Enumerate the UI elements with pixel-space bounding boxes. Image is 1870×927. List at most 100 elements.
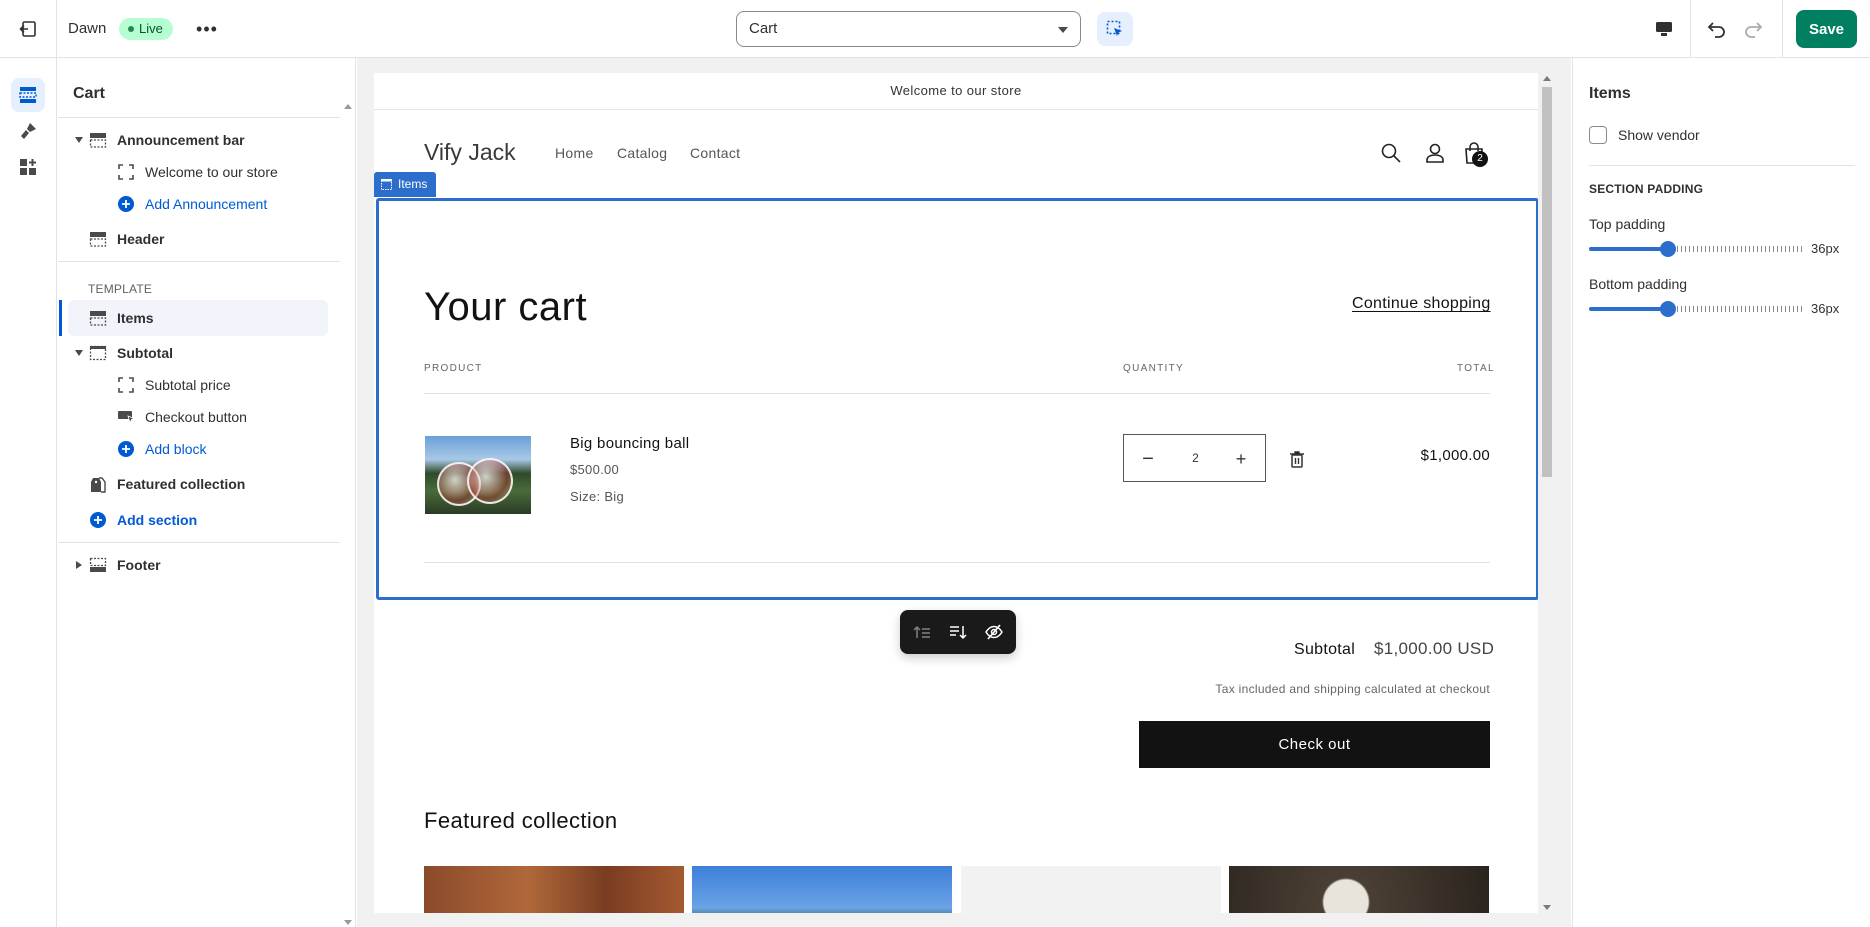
search-icon[interactable] — [1378, 140, 1404, 166]
sidebar-item-items[interactable]: Items — [59, 300, 328, 336]
nav-link-contact[interactable]: Contact — [690, 145, 740, 161]
eye-slash-icon — [985, 624, 1003, 640]
caret-down-icon[interactable] — [74, 348, 84, 358]
inspector-toggle-button[interactable] — [1097, 12, 1133, 46]
scroll-up-arrow-icon[interactable] — [344, 104, 352, 109]
save-button[interactable]: Save — [1796, 10, 1857, 48]
product-image[interactable] — [425, 436, 531, 514]
slider-handle[interactable] — [1660, 241, 1676, 257]
scrollbar-thumb[interactable] — [1542, 87, 1552, 477]
section-icon — [88, 229, 108, 249]
divider — [58, 542, 340, 543]
section-icon — [88, 130, 108, 150]
show-vendor-checkbox[interactable] — [1589, 126, 1607, 144]
sidebar-item-subtotal-price[interactable]: Subtotal price — [58, 370, 340, 400]
top-padding-label: Top padding — [1589, 216, 1666, 232]
sidebar-item-checkout-button[interactable]: Checkout button — [58, 402, 340, 432]
sections-sidebar: Cart Announcement bar Welcome to our sto… — [58, 58, 356, 927]
scroll-up-arrow-icon[interactable] — [1543, 76, 1551, 81]
sections-tab[interactable] — [11, 78, 45, 112]
product-card-image[interactable] — [961, 866, 1221, 913]
subtotal-value: $1,000.00 USD — [1374, 639, 1495, 658]
trash-icon[interactable] — [1289, 450, 1305, 468]
slider-track — [1669, 246, 1803, 252]
sidebar-item-label: Items — [117, 310, 154, 326]
product-card-image[interactable] — [692, 866, 952, 913]
continue-shopping-link[interactable]: Continue shopping — [1352, 295, 1491, 313]
undo-button[interactable] — [1702, 14, 1732, 44]
show-vendor-label[interactable]: Show vendor — [1618, 127, 1700, 143]
product-name-link[interactable]: Big bouncing ball — [570, 435, 689, 452]
move-down-icon — [950, 626, 967, 640]
redo-icon — [1745, 22, 1763, 38]
nav-link-home[interactable]: Home — [555, 145, 594, 161]
template-select[interactable]: Cart — [736, 11, 1081, 47]
selected-section-tag-label: Items — [398, 177, 428, 191]
move-up-button[interactable] — [910, 620, 934, 644]
caret-right-icon[interactable] — [74, 560, 84, 570]
store-logo-text[interactable]: Vify Jack — [424, 139, 516, 166]
move-down-button[interactable] — [946, 620, 970, 644]
section-floating-toolbar — [900, 610, 1016, 654]
column-header-quantity: QUANTITY — [1123, 363, 1184, 374]
section-icon — [88, 555, 108, 575]
sidebar-item-label: Checkout button — [145, 409, 247, 425]
divider — [424, 562, 1490, 563]
selected-section-tag[interactable]: Items — [374, 172, 437, 197]
divider — [1782, 0, 1783, 57]
section-padding-heading: SECTION PADDING — [1589, 182, 1704, 196]
device-preview-button[interactable] — [1648, 14, 1680, 44]
quantity-input[interactable]: 2 — [1174, 435, 1217, 481]
sidebar-item-welcome-block[interactable]: Welcome to our store — [58, 157, 340, 187]
live-status-badge: Live — [119, 18, 173, 40]
add-section-button[interactable]: Add section — [58, 505, 340, 535]
selected-section-outline — [376, 198, 1538, 600]
theme-settings-tab[interactable] — [11, 114, 45, 148]
sidebar-title: Cart — [73, 85, 106, 102]
preview-scrollbar[interactable] — [1540, 73, 1554, 913]
nav-link-catalog[interactable]: Catalog — [617, 145, 667, 161]
sidebar-item-featured-collection[interactable]: Featured collection — [58, 469, 340, 499]
add-announcement-button[interactable]: Add Announcement — [58, 189, 340, 219]
sidebar-item-header[interactable]: Header — [58, 224, 340, 254]
product-variant: Size: Big — [570, 489, 625, 504]
scroll-down-arrow-icon[interactable] — [344, 920, 352, 925]
sidebar-item-label: Announcement bar — [117, 132, 245, 148]
redo-button[interactable] — [1738, 14, 1768, 44]
product-price: $500.00 — [570, 462, 620, 477]
decrease-quantity-button[interactable]: − — [1134, 445, 1162, 473]
section-icon — [88, 308, 108, 328]
sidebar-item-announcement-bar[interactable]: Announcement bar — [58, 125, 340, 155]
account-icon[interactable] — [1422, 140, 1448, 166]
add-circle-icon — [116, 439, 136, 459]
exit-button[interactable] — [0, 0, 57, 57]
announcement-bar[interactable]: Welcome to our store — [374, 73, 1538, 110]
product-card-image[interactable] — [424, 866, 684, 913]
sidebar-item-footer[interactable]: Footer — [58, 550, 340, 580]
top-padding-value: 36px — [1811, 241, 1840, 256]
increase-quantity-button[interactable]: + — [1227, 445, 1255, 473]
cart-title: Your cart — [424, 285, 588, 329]
top-padding-slider[interactable] — [1589, 241, 1803, 257]
section-icon — [381, 179, 392, 190]
slider-handle[interactable] — [1660, 301, 1676, 317]
sidebar-item-subtotal[interactable]: Subtotal — [58, 338, 340, 368]
checkout-button[interactable]: Check out — [1139, 721, 1490, 768]
bottom-padding-slider[interactable] — [1589, 301, 1803, 317]
product-card-image[interactable] — [1229, 866, 1489, 913]
bottom-padding-value: 36px — [1811, 301, 1840, 316]
settings-panel-title: Items — [1589, 85, 1631, 102]
caret-down-icon[interactable] — [74, 135, 84, 145]
slider-fill — [1589, 247, 1669, 251]
hide-section-button[interactable] — [982, 620, 1006, 644]
apps-tab[interactable] — [11, 150, 45, 184]
slider-track — [1669, 306, 1803, 312]
scroll-down-arrow-icon[interactable] — [1543, 905, 1551, 910]
more-actions-button[interactable]: ••• — [193, 16, 221, 42]
add-block-button[interactable]: Add block — [58, 434, 340, 464]
bottom-padding-label: Bottom padding — [1589, 276, 1688, 292]
sidebar-scrollbar[interactable] — [341, 102, 355, 927]
sidebar-item-label: Add block — [145, 441, 207, 457]
add-circle-icon — [116, 194, 136, 214]
left-rail — [0, 58, 57, 927]
